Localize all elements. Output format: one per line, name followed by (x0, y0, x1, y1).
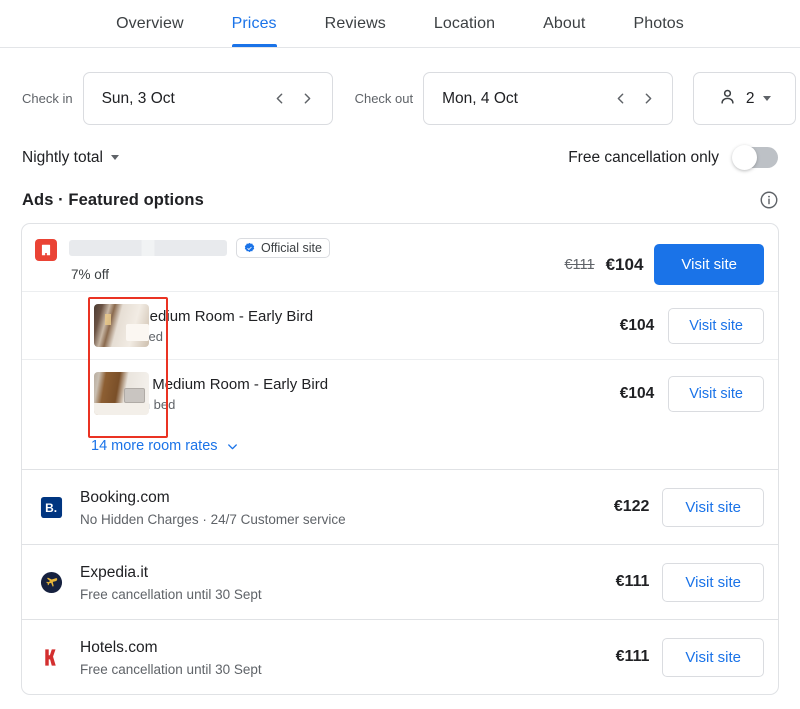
provider-name: Booking.com (80, 488, 170, 506)
tab-about[interactable]: About (519, 1, 609, 47)
info-icon[interactable] (759, 190, 779, 210)
tab-prices[interactable]: Prices (208, 1, 301, 47)
room-price: €104 (619, 384, 655, 402)
featured-offer-identity: Official site 7% off (69, 238, 564, 282)
chevron-down-icon (110, 155, 119, 160)
booking-logo: B. (40, 496, 63, 519)
provider-row-booking[interactable]: B. Booking.com No Hidden Charges · 24/7 … (22, 469, 778, 544)
room-bed-info: 1 king bed (103, 329, 163, 344)
checkin-next-day-button[interactable] (294, 85, 322, 113)
provider-details: Hotels.com Free cancellation until 30 Se… (80, 638, 616, 677)
checkout-next-day-button[interactable] (634, 85, 662, 113)
provider-subtitle: Free cancellation until 30 Sept (80, 661, 262, 677)
room-rate-row[interactable]: Queen Medium Room - Early Bird 1 queen b… (22, 359, 778, 427)
more-room-rates-link[interactable]: 14 more room rates (22, 427, 778, 469)
checkin-prev-day-button[interactable] (266, 85, 294, 113)
provider-row-hotels[interactable]: Hotels.com Free cancellation until 30 Se… (22, 619, 778, 694)
room-photo-king[interactable] (94, 304, 149, 347)
visit-site-button[interactable]: Visit site (668, 307, 764, 344)
official-site-label: Official site (261, 241, 322, 255)
free-cancellation-label: Free cancellation only (568, 148, 719, 166)
hotel-icon (35, 239, 57, 261)
prices-page: Overview Prices Reviews Location About P… (0, 0, 800, 709)
provider-subtitle: No Hidden Charges · 24/7 Customer servic… (80, 511, 346, 527)
tab-overview[interactable]: Overview (92, 1, 207, 47)
sort-selector[interactable]: Nightly total (22, 149, 119, 167)
tab-photos[interactable]: Photos (609, 1, 707, 47)
free-cancellation-filter[interactable]: Free cancellation only (568, 145, 778, 170)
sort-label: Nightly total (22, 148, 103, 166)
checkout-field[interactable]: Mon, 4 Oct (423, 72, 674, 125)
visit-site-button[interactable]: Visit site (654, 244, 764, 285)
chevron-down-icon (763, 96, 772, 101)
ads-title: Ads · Featured options (22, 190, 204, 209)
featured-offer: Official site 7% off €111 €104 Visit sit… (22, 224, 778, 469)
room-name: King Medium Room - Early Bird (103, 308, 314, 325)
room-rate-details: King Medium Room - Early Bird 1 king bed (103, 307, 620, 344)
room-photo-queen[interactable] (94, 372, 149, 415)
discount-label: 7% off (71, 267, 110, 282)
checkin-value: Sun, 3 Oct (101, 89, 175, 107)
more-room-rates-label: 14 more room rates (91, 438, 218, 454)
checkin-label: Check in (22, 91, 73, 106)
visit-site-button[interactable]: Visit site (662, 637, 764, 677)
provider-name: Expedia.it (80, 563, 149, 581)
tab-reviews[interactable]: Reviews (301, 1, 410, 47)
provider-details: Expedia.it Free cancellation until 30 Se… (80, 563, 616, 602)
tab-location[interactable]: Location (410, 1, 519, 47)
official-site-badge: Official site (236, 238, 330, 258)
hotel-name-row: Official site (69, 238, 564, 258)
room-price: €104 (619, 316, 655, 334)
toggle-knob (732, 145, 757, 170)
svg-text:B.: B. (45, 500, 57, 514)
provider-subtitle: Free cancellation until 30 Sept (80, 586, 262, 602)
original-price: €111 (564, 256, 595, 273)
section-tabs: Overview Prices Reviews Location About P… (0, 0, 800, 48)
ads-header: Ads · Featured options (0, 168, 800, 210)
verified-badge-icon (243, 242, 256, 255)
room-name: Queen Medium Room - Early Bird (103, 376, 329, 393)
room-rate-details: Queen Medium Room - Early Bird 1 queen b… (103, 375, 620, 412)
visit-site-button[interactable]: Visit site (668, 375, 764, 412)
room-rate-row[interactable]: King Medium Room - Early Bird 1 king bed… (22, 291, 778, 359)
current-price: €104 (605, 254, 644, 274)
price-offers-card: Official site 7% off €111 €104 Visit sit… (21, 223, 779, 695)
guests-count: 2 (745, 89, 755, 107)
free-cancellation-toggle[interactable] (732, 145, 778, 170)
room-rate-list: King Medium Room - Early Bird 1 king bed… (22, 291, 778, 438)
provider-price: €111 (615, 648, 650, 665)
featured-offer-header: Official site 7% off €111 €104 Visit sit… (22, 224, 778, 285)
expedia-logo (40, 571, 63, 594)
search-controls: Check in Sun, 3 Oct Check out Mon, 4 Oct (0, 48, 800, 125)
provider-row-expedia[interactable]: Expedia.it Free cancellation until 30 Se… (22, 544, 778, 619)
chevron-down-icon (225, 439, 240, 454)
visit-site-button[interactable]: Visit site (662, 562, 764, 602)
visit-site-button[interactable]: Visit site (662, 487, 764, 527)
hotels-logo (40, 646, 63, 669)
provider-name: Hotels.com (80, 638, 158, 656)
provider-price: €122 (613, 498, 650, 515)
filter-controls: Nightly total Free cancellation only (0, 125, 800, 170)
featured-offer-pricing: €111 €104 Visit site (564, 244, 764, 285)
checkout-prev-day-button[interactable] (606, 85, 634, 113)
checkin-field[interactable]: Sun, 3 Oct (82, 72, 333, 125)
room-bed-info: 1 queen bed (103, 397, 176, 412)
checkout-value: Mon, 4 Oct (442, 89, 518, 107)
checkout-label: Check out (354, 91, 414, 106)
provider-details: Booking.com No Hidden Charges · 24/7 Cus… (80, 488, 614, 527)
provider-price: €111 (615, 573, 650, 590)
hotel-name-redacted (69, 240, 227, 256)
person-icon (718, 87, 737, 111)
guests-selector[interactable]: 2 (693, 72, 797, 125)
